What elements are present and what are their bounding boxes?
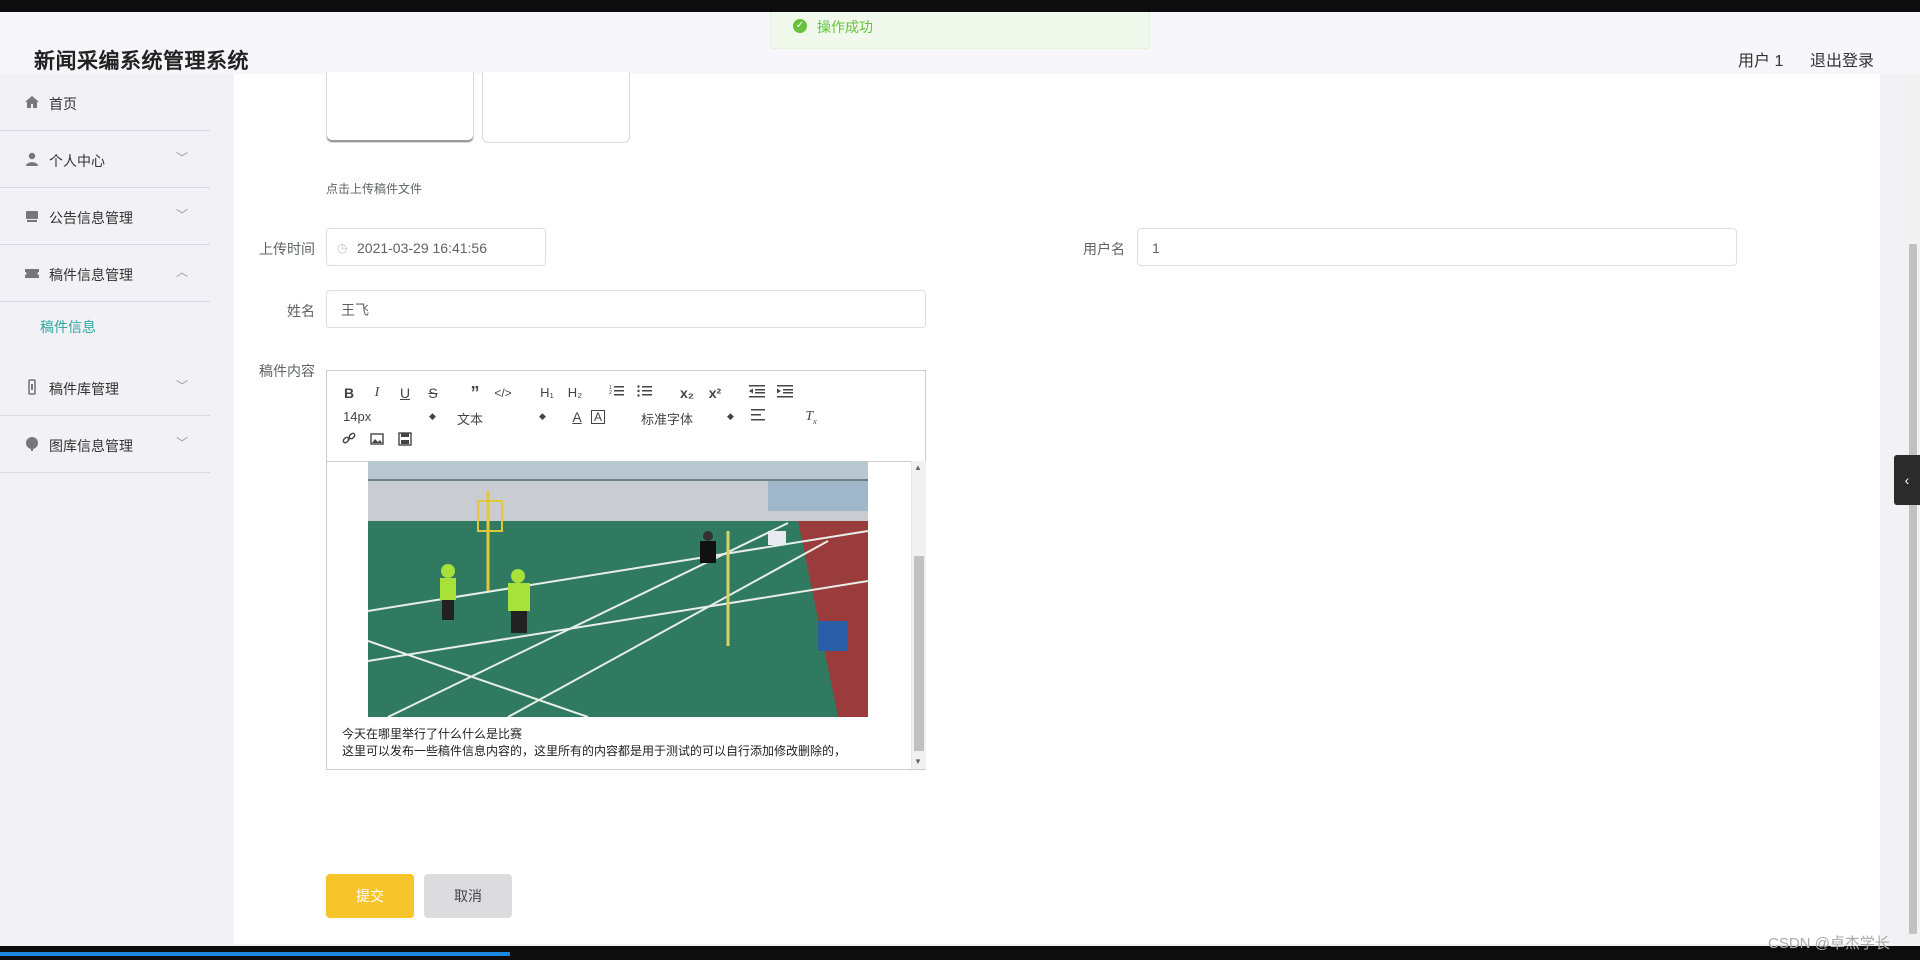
chevron-up-icon: ︿ [176, 265, 189, 279]
name-value: 王飞 [341, 302, 369, 318]
sidebar-item-manuscript-management[interactable]: 稿件信息管理 ︿ [0, 245, 210, 302]
sidebar-item-label: 首页 [49, 96, 77, 112]
header-select[interactable]: 文本 ◆ [457, 409, 547, 428]
font-size-value: 14px [343, 409, 372, 424]
toast-message: 操作成功 [817, 19, 873, 35]
scroll-down-icon[interactable]: ▼ [914, 757, 922, 766]
home-icon [25, 96, 39, 108]
sidebar-item-home[interactable]: 首页 [0, 74, 210, 131]
background-color-icon[interactable]: A [591, 410, 605, 424]
sidebar-item-gallery-management[interactable]: 图库信息管理 ﹀ [0, 416, 210, 473]
clock-icon: ◷ [337, 241, 348, 255]
submit-button[interactable]: 提交 [326, 874, 414, 918]
chevron-left-icon: ‹ [1904, 472, 1910, 488]
logout-button[interactable]: 退出登录 [1810, 47, 1874, 71]
sidebar-item-notice-management[interactable]: 公告信息管理 ﹀ [0, 188, 210, 245]
subscript-icon[interactable]: x₂ [677, 383, 697, 403]
rich-text-editor: B I U S ” </> H₁ H₂ 12 x₂ x² 14px ◆ 文本 ◆… [326, 370, 926, 770]
cancel-button[interactable]: 取消 [424, 874, 512, 918]
content-line: 今天在哪里举行了什么什么是比赛 [342, 727, 523, 741]
username-label: 用户名 [1083, 241, 1125, 257]
chevron-down-icon: ﹀ [176, 208, 189, 222]
sidebar-item-label: 稿件库管理 [49, 381, 119, 397]
font-family-select[interactable]: 标准字体 ◆ [641, 409, 741, 428]
font-family-value: 标准字体 [641, 412, 694, 427]
clear-format-icon[interactable]: Tx [801, 407, 821, 427]
watermark-text: CSDN @卓杰学长 [1768, 935, 1890, 952]
align-icon[interactable] [749, 407, 769, 427]
page-scrollbar[interactable] [1906, 74, 1920, 944]
name-label: 姓名 [287, 303, 315, 319]
font-size-select[interactable]: 14px ◆ [343, 409, 436, 424]
upload-time-value: 2021-03-29 16:41:56 [357, 240, 487, 256]
uploaded-file-preview[interactable] [326, 72, 474, 143]
select-arrow-icon: ◆ [727, 411, 734, 421]
username-value: 1 [1152, 240, 1160, 256]
sidebar-item-label: 稿件信息管理 [49, 267, 133, 283]
scrollbar-thumb[interactable] [914, 556, 924, 751]
sidebar-item-personal-center[interactable]: 个人中心 ﹀ [0, 131, 210, 188]
code-block-icon[interactable]: </> [493, 383, 513, 403]
video-icon[interactable] [395, 431, 415, 451]
name-field[interactable]: 王飞 [326, 290, 926, 328]
sidebar-item-label: 个人中心 [49, 153, 105, 169]
ordered-list-icon[interactable]: 12 [607, 383, 627, 403]
upload-tip: 点击上传稿件文件 [326, 182, 423, 196]
header-select-value: 文本 [457, 412, 484, 427]
editor-toolbar: B I U S ” </> H₁ H₂ 12 x₂ x² 14px ◆ 文本 ◆… [327, 371, 925, 462]
strike-icon[interactable]: S [423, 383, 443, 403]
current-user-label: 用户 1 [1738, 53, 1784, 70]
editor-content[interactable]: 今天在哪里举行了什么什么是比赛 这里可以发布一些稿件信息内容的，这里所有的内容都… [327, 461, 911, 769]
app-title: 新闻采编系统管理系统 [34, 50, 249, 73]
check-circle-icon: ✓ [793, 19, 807, 33]
svg-text:2: 2 [609, 390, 612, 396]
indent-icon[interactable] [775, 383, 795, 403]
heading2-icon[interactable]: H₂ [563, 383, 587, 403]
sidebar-item-manuscript-library[interactable]: 稿件库管理 ﹀ [0, 359, 210, 416]
chevron-down-icon: ﹀ [176, 436, 189, 450]
sidebar-subitem-manuscript-info[interactable]: 稿件信息 [40, 317, 96, 337]
notice-icon [26, 211, 38, 222]
username-field[interactable]: 1 [1137, 228, 1737, 266]
select-arrow-icon: ◆ [429, 411, 436, 421]
link-icon[interactable] [339, 431, 359, 451]
scrollbar-thumb[interactable] [1909, 244, 1917, 934]
sidebar: 首页 个人中心 ﹀ 公告信息管理 ﹀ 稿件信息管理 ︿ 稿件信息 稿件库管理 ﹀… [0, 74, 210, 960]
italic-icon[interactable]: I [367, 383, 387, 403]
scroll-up-icon[interactable]: ▲ [914, 463, 922, 472]
editor-scrollbar[interactable]: ▲ ▼ [911, 461, 926, 769]
content-label: 稿件内容 [259, 363, 315, 379]
window-top-bar [0, 0, 1920, 12]
library-icon [28, 379, 36, 395]
chevron-down-icon: ﹀ [176, 151, 189, 165]
bullet-list-icon[interactable] [635, 383, 655, 403]
badminton-photo [368, 461, 868, 717]
success-toast: ✓ 操作成功 [770, 12, 1150, 49]
side-panel-toggle[interactable]: ‹ [1894, 455, 1920, 505]
select-arrow-icon: ◆ [539, 411, 546, 421]
outdent-icon[interactable] [747, 383, 767, 403]
font-color-icon[interactable]: A [567, 407, 587, 427]
content-line: 这里可以发布一些稿件信息内容的，这里所有的内容都是用于测试的可以自行添加修改删除… [342, 744, 847, 758]
blockquote-icon[interactable]: ” [465, 383, 485, 403]
bottom-progress-bar [0, 952, 510, 956]
image-icon[interactable] [367, 431, 387, 451]
sidebar-item-label: 公告信息管理 [49, 210, 133, 226]
ticket-icon [25, 269, 39, 278]
bold-icon[interactable]: B [339, 383, 359, 403]
superscript-icon[interactable]: x² [705, 383, 725, 403]
sidebar-item-label: 图库信息管理 [49, 438, 133, 454]
upload-time-label: 上传时间 [259, 241, 315, 257]
heading1-icon[interactable]: H₁ [535, 383, 559, 403]
upload-file-button[interactable] [482, 72, 630, 143]
chevron-down-icon: ﹀ [176, 379, 189, 393]
gallery-icon [26, 437, 38, 451]
underline-icon[interactable]: U [395, 383, 415, 403]
user-icon [26, 152, 38, 166]
upload-time-picker[interactable]: ◷ 2021-03-29 16:41:56 [326, 228, 546, 266]
